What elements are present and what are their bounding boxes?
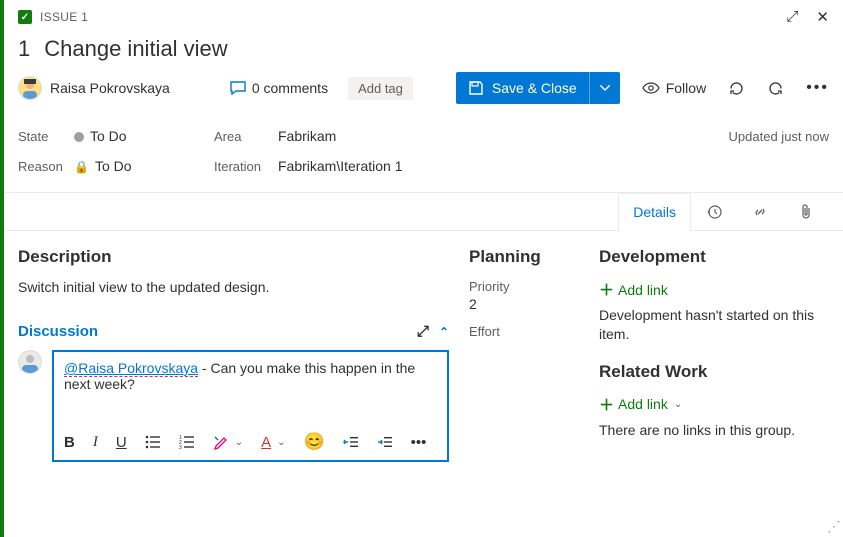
comment-icon [230,81,246,95]
planning-heading: Planning [469,247,579,267]
resize-grip[interactable]: ⋰ [827,518,841,535]
save-icon [468,80,484,96]
issue-type-icon: ✓ [18,10,32,24]
toolbar: Raisa Pokrovskaya 0 comments Add tag Sav… [4,64,843,116]
comments-button[interactable]: 0 comments [230,80,328,96]
comment-avatar [18,350,42,374]
avatar[interactable] [18,76,42,100]
discussion-expand-icon[interactable]: ⤢ [417,323,429,340]
iteration-value[interactable]: Fabrikam\Iteration 1 [278,158,729,174]
lock-icon: 🔒 [74,160,89,174]
iteration-label: Iteration [214,159,278,174]
add-tag-button[interactable]: Add tag [348,77,413,100]
comment-editor[interactable]: @Raisa Pokrovskaya - Can you make this h… [52,350,449,462]
tab-links[interactable] [737,193,783,230]
eye-icon [642,82,660,94]
body: Description Switch initial view to the u… [4,231,843,462]
related-heading: Related Work [599,362,829,382]
follow-label: Follow [666,80,706,96]
font-color-button[interactable]: A [261,434,271,451]
bullet-list-button[interactable] [145,435,161,449]
editor-toolbar: B I U 123 ⌄ A ⌄ [64,424,437,452]
emoji-button[interactable]: 😊 [303,432,324,452]
follow-button[interactable]: Follow [642,80,706,96]
close-icon[interactable]: ✕ [816,8,829,26]
description-heading: Description [18,247,449,267]
discussion-heading: Discussion ⤢ ⌃ [18,323,449,340]
expand-icon[interactable]: ⤢ [786,8,798,26]
editor-more-button[interactable]: ••• [411,434,427,451]
more-actions-button[interactable]: ••• [806,79,829,97]
comments-count: 0 comments [252,80,328,96]
left-column: Description Switch initial view to the u… [18,247,449,462]
effort-label: Effort [469,324,579,339]
title-row: 1 Change initial view [4,30,843,64]
refresh-button[interactable] [728,80,745,97]
planning-column: Planning Priority 2 Effort [469,247,579,462]
updated-text: Updated just now [729,129,829,144]
plus-icon: ＋ [599,394,614,415]
work-item-title[interactable]: Change initial view [44,36,227,62]
reason-value[interactable]: 🔒To Do [74,158,214,174]
outdent-button[interactable] [343,435,359,449]
state-dot-icon [74,132,84,142]
issue-type-label: ISSUE 1 [40,10,88,24]
right-column: Development ＋ Add link Development hasn'… [599,247,829,462]
tab-history[interactable] [691,193,737,230]
comment-text[interactable]: @Raisa Pokrovskaya - Can you make this h… [64,360,437,424]
reason-label: Reason [18,159,74,174]
svg-text:3: 3 [179,445,182,449]
meta-fields: State To Do Area Fabrikam Updated just n… [4,116,843,193]
description-body[interactable]: Switch initial view to the updated desig… [18,279,449,295]
tab-attachments[interactable] [783,193,829,230]
undo-button[interactable] [767,80,784,97]
save-dropdown[interactable] [589,72,620,104]
assignee-name[interactable]: Raisa Pokrovskaya [50,80,170,96]
work-item-card: ✓ ISSUE 1 ⤢ ✕ 1 Change initial view Rais… [0,0,843,537]
development-heading: Development [599,247,829,267]
underline-button[interactable]: U [116,434,127,451]
comment-row: @Raisa Pokrovskaya - Can you make this h… [18,350,449,462]
area-label: Area [214,129,278,144]
related-add-link[interactable]: ＋ Add link ⌄ [599,394,682,415]
save-label: Save & Close [492,80,577,96]
clear-format-dropdown[interactable]: ⌄ [235,437,243,448]
related-empty-text: There are no links in this group. [599,421,829,440]
work-item-id: 1 [18,36,30,62]
bold-button[interactable]: B [64,434,75,451]
priority-value[interactable]: 2 [469,296,579,312]
numbered-list-button[interactable]: 123 [179,435,195,449]
save-and-close-button[interactable]: Save & Close [456,72,620,104]
state-label: State [18,129,74,144]
indent-button[interactable] [377,435,393,449]
state-value[interactable]: To Do [74,128,214,144]
clear-format-button[interactable] [213,434,229,450]
window-controls: ⤢ ✕ [786,8,829,26]
discussion-collapse-icon[interactable]: ⌃ [439,325,449,339]
plus-icon: ＋ [599,279,614,300]
development-add-link[interactable]: ＋ Add link [599,279,668,300]
tab-details[interactable]: Details [618,193,691,231]
development-empty-text: Development hasn't started on this item. [599,306,829,344]
area-value[interactable]: Fabrikam [278,128,729,144]
tabs: Details [4,193,843,231]
chevron-down-icon: ⌄ [674,399,682,410]
italic-button[interactable]: I [93,434,98,451]
font-color-dropdown[interactable]: ⌄ [277,437,285,448]
header-row: ✓ ISSUE 1 ⤢ ✕ [4,0,843,30]
mention[interactable]: @Raisa Pokrovskaya [64,360,198,377]
priority-label: Priority [469,279,579,294]
